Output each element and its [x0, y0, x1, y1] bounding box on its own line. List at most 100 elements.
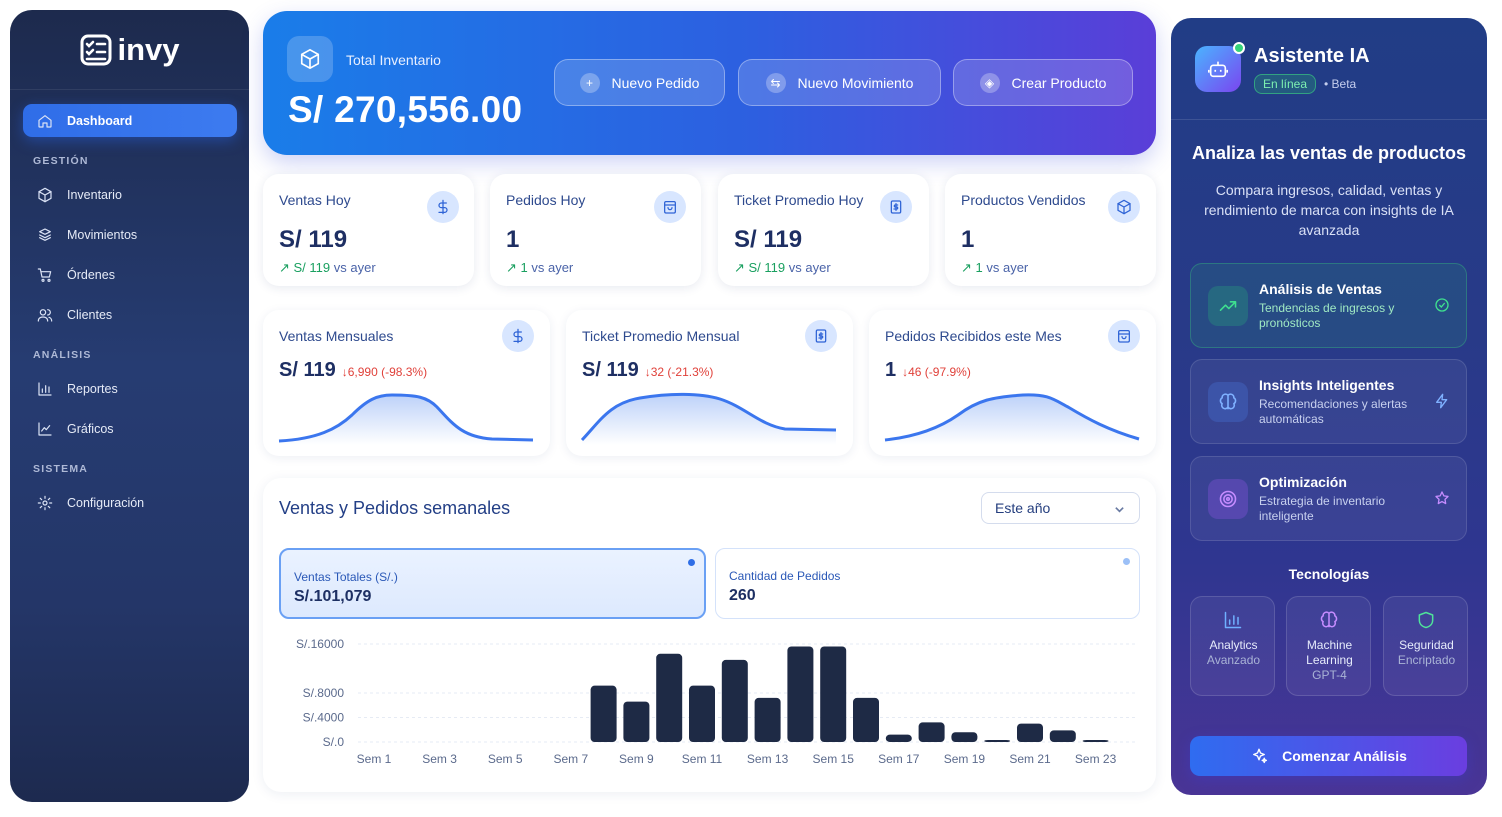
x-tick-label: Sem 17: [878, 752, 920, 766]
kpi-title: Pedidos Hoy: [506, 192, 586, 208]
monthly-value: S/ 119 ↓32 (-21.3%): [582, 359, 713, 382]
x-tick-label: Sem 23: [1075, 752, 1117, 766]
monthly-delta: ↓32 (-21.3%): [644, 365, 714, 379]
receipt-icon: [805, 320, 837, 352]
trend-up-icon: ↗: [506, 260, 521, 275]
sparkles-icon: [1253, 748, 1268, 764]
x-tick-label: Sem 21: [1009, 752, 1051, 766]
kpi-title: Ventas Hoy: [279, 192, 351, 208]
lightning-icon: [1436, 393, 1448, 409]
monthly-delta: ↓46 (-97.9%): [902, 365, 971, 379]
x-tick-label: Sem 5: [488, 752, 523, 766]
start-analysis-button[interactable]: Comenzar Análisis: [1190, 736, 1467, 776]
kpi-value: 1: [961, 226, 975, 253]
trend-up-icon: ↗: [961, 260, 976, 275]
kpi-card-pedidos-hoy[interactable]: Pedidos Hoy 1 ↗ 1 vs ayer: [490, 174, 701, 286]
feature-desc: Estrategia de inventario inteligente: [1259, 494, 1386, 523]
new-movement-button[interactable]: ⇆ Nuevo Movimiento: [738, 59, 941, 106]
monthly-card-ticket[interactable]: Ticket Promedio Mensual S/ 119 ↓32 (-21.3…: [566, 310, 853, 456]
sidebar-item-graficos[interactable]: Gráficos: [23, 412, 237, 445]
kpi-trend: ↗ 1 vs ayer: [506, 260, 573, 276]
kpi-card-ticket-promedio-hoy[interactable]: Ticket Promedio Hoy S/ 119 ↗ S/ 119 vs a…: [718, 174, 929, 286]
tech-seguridad: Seguridad Encriptado: [1383, 596, 1468, 696]
app-logo[interactable]: invy: [10, 10, 249, 90]
app-name: invy: [117, 31, 180, 67]
bar-sem-9: [623, 701, 650, 742]
kpi-trend-value: S/ 119: [748, 260, 786, 275]
create-product-label: Crear Producto: [1011, 74, 1107, 91]
kpi-card-productos-vendidos[interactable]: Productos Vendidos 1 ↗ 1 vs ayer: [945, 174, 1156, 286]
bar-sem-12: [721, 659, 748, 742]
bar-chart-icon: [1224, 611, 1242, 629]
beta-label: • Beta: [1324, 77, 1357, 91]
start-analysis-label: Comenzar Análisis: [1282, 748, 1407, 764]
stat-card-ventas-totales[interactable]: Ventas Totales (S/.) S/.101,079: [279, 548, 706, 619]
kpi-trend-suffix: vs ayer: [982, 260, 1029, 275]
sidebar-item-label: Dashboard: [67, 113, 133, 128]
bar-sem-14: [787, 646, 814, 742]
sidebar-item-label: Reportes: [67, 381, 118, 396]
tech-name-text: Seguridad: [1399, 638, 1454, 652]
sidebar-item-label: Clientes: [67, 307, 113, 322]
sidebar-item-dashboard[interactable]: Dashboard: [23, 104, 237, 137]
sidebar-item-movimientos[interactable]: Movimientos: [23, 218, 237, 251]
chevron-down-icon: [1115, 507, 1124, 513]
monthly-title: Pedidos Recibidos este Mes: [885, 328, 1062, 344]
feature-insights-inteligentes[interactable]: Insights Inteligentes Recomendaciones y …: [1190, 359, 1467, 444]
trend-up-icon: ↗: [734, 260, 749, 275]
section-label-analisis: ANÁLISIS: [33, 349, 92, 361]
sidebar-item-clientes[interactable]: Clientes: [23, 298, 237, 331]
new-order-button[interactable]: + Nuevo Pedido: [554, 59, 725, 106]
feature-title: Análisis de Ventas: [1259, 281, 1382, 297]
bar-sem-16: [853, 697, 879, 742]
x-tick-label: Sem 11: [682, 752, 723, 766]
bar-sem-10: [656, 653, 683, 742]
kpi-value: S/ 119: [279, 226, 348, 253]
receipt-icon: [880, 191, 912, 223]
sidebar-item-configuracion[interactable]: Configuración: [23, 486, 237, 519]
sidebar-item-reportes[interactable]: Reportes: [23, 372, 237, 405]
y-tick-label: S/.0: [323, 735, 345, 749]
tech-name: Machine Learning GPT-4: [1287, 638, 1372, 683]
new-movement-label: Nuevo Movimiento: [797, 74, 914, 91]
sidebar-item-ordenes[interactable]: Órdenes: [23, 258, 237, 291]
x-tick-label: Sem 15: [813, 752, 855, 766]
stat-card-cantidad-pedidos[interactable]: Cantidad de Pedidos 260: [715, 548, 1140, 619]
monthly-delta: ↓6,990 (-98.3%): [341, 365, 428, 379]
assistant-description: Compara ingresos, calidad, ventas y rend…: [1204, 182, 1454, 238]
sidebar: invy Dashboard GESTIÓN Inventario Movimi…: [10, 10, 249, 802]
package-icon: ◈: [979, 72, 1000, 93]
stat-value: 260: [729, 587, 756, 604]
tech-name-text: Machine Learning: [1306, 638, 1353, 667]
total-inventory-value: S/ 270,556.00: [288, 89, 523, 130]
sidebar-item-label: Gráficos: [67, 421, 114, 436]
x-tick-label: Sem 3: [422, 752, 457, 766]
sidebar-item-label: Configuración: [67, 495, 145, 510]
tech-name-text: Analytics: [1209, 638, 1258, 652]
monthly-title: Ventas Mensuales: [279, 328, 394, 344]
create-product-button[interactable]: ◈ Crear Producto: [953, 59, 1133, 106]
sparkline-pedidos: [884, 393, 1140, 445]
sidebar-item-inventario[interactable]: Inventario: [23, 178, 237, 211]
weekly-title: Ventas y Pedidos semanales: [279, 498, 511, 518]
line-chart-icon: [38, 421, 52, 436]
x-tick-label: Sem 13: [747, 752, 789, 766]
tech-machine-learning: Machine Learning GPT-4: [1286, 596, 1371, 696]
feature-analisis-ventas[interactable]: Análisis de Ventas Tendencias de ingreso…: [1190, 263, 1467, 348]
monthly-card-pedidos[interactable]: Pedidos Recibidos este Mes 1 ↓46 (-97.9%): [869, 310, 1156, 456]
monthly-card-ventas[interactable]: Ventas Mensuales S/ 119 ↓6,990 (-98.3%): [263, 310, 550, 456]
box-icon: [38, 187, 52, 202]
dollar-icon: [427, 191, 459, 223]
trend-up-icon: ↗: [279, 260, 294, 275]
plus-icon: +: [579, 72, 600, 93]
period-select[interactable]: Este año: [981, 492, 1140, 524]
tech-name: Seguridad Encriptado: [1384, 638, 1469, 668]
kpi-trend: ↗ 1 vs ayer: [961, 260, 1028, 276]
kpi-trend-value: 1: [975, 260, 983, 275]
bar-sem-17: [885, 734, 912, 742]
sparkline-ventas: [278, 393, 534, 445]
feature-optimizacion[interactable]: Optimización Estrategia de inventario in…: [1190, 456, 1467, 541]
kpi-value: 1: [506, 226, 520, 253]
kpi-card-ventas-hoy[interactable]: Ventas Hoy S/ 119 ↗ S/ 119 vs ayer: [263, 174, 474, 286]
status-badge: En línea: [1254, 74, 1317, 94]
